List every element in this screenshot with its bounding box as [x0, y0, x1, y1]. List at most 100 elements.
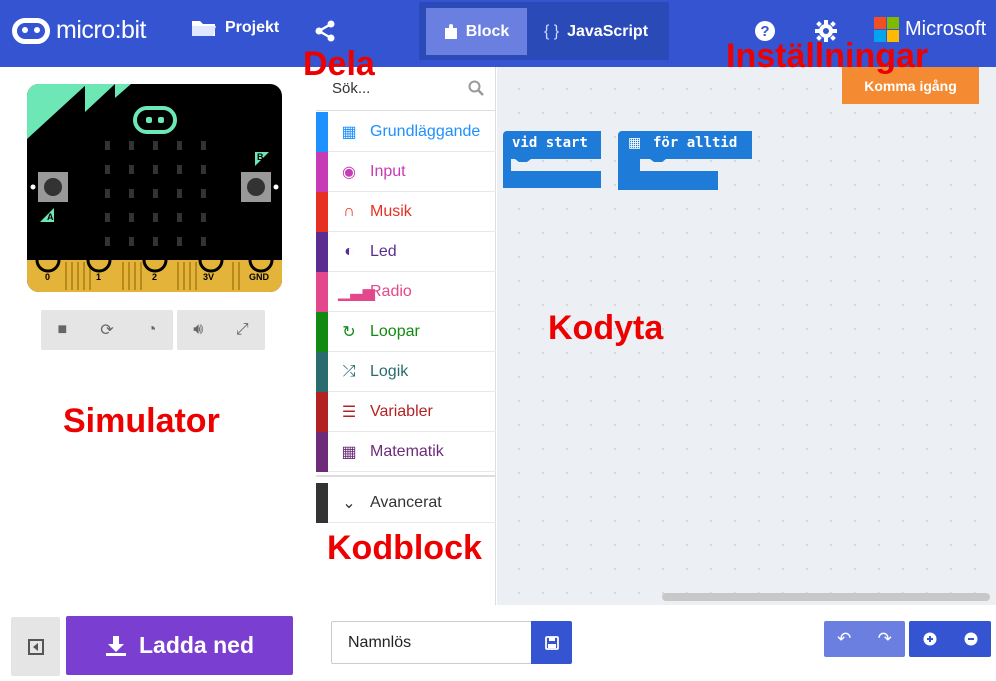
- project-name-input[interactable]: [331, 621, 532, 664]
- category-input[interactable]: ◉ Input: [316, 151, 496, 192]
- category-label: Loopar: [370, 322, 420, 340]
- category-color-bar: [316, 351, 328, 392]
- calculator-icon: ▦: [341, 443, 357, 461]
- pin-3v-label: 3V: [203, 272, 215, 282]
- projects-button[interactable]: Projekt: [191, 18, 279, 38]
- annotation-share: Dela: [303, 45, 375, 83]
- on-start-label: vid start: [512, 135, 588, 151]
- toolbox: Sök... ▦ Grundläggande ◉ Input ∩ Musik ◐…: [316, 67, 496, 605]
- button-a-label: A: [47, 212, 54, 222]
- bottom-toolbar: Ladda ned ↶ ↷: [0, 605, 996, 681]
- slowmo-icon[interactable]: ◔: [147, 321, 157, 339]
- annotation-settings: Inställningar: [726, 37, 929, 75]
- brand-text: micro:bit: [56, 16, 146, 44]
- toolbox-divider: [316, 475, 496, 477]
- grid-icon: ▦: [628, 134, 642, 150]
- headphones-icon: ∩: [343, 202, 355, 220]
- redo-icon[interactable]: ↷: [878, 629, 892, 649]
- chevron-down-icon: ⌄: [342, 494, 356, 512]
- pin-2-label: 2: [152, 272, 158, 282]
- category-label: Logik: [370, 362, 409, 380]
- category-color-bar: [316, 191, 328, 232]
- category-variables[interactable]: ☰ Variabler: [316, 391, 496, 432]
- zoom-in-icon[interactable]: [923, 632, 937, 646]
- download-icon: [105, 635, 126, 656]
- tab-blocks-label: Block: [465, 22, 510, 40]
- category-label: Variabler: [370, 402, 433, 420]
- tab-javascript[interactable]: { } JavaScript: [531, 8, 661, 55]
- category-math[interactable]: ▦ Matematik: [316, 431, 496, 472]
- category-logic[interactable]: ⤮ Logik: [316, 351, 496, 392]
- category-label: Led: [370, 242, 397, 260]
- stop-icon[interactable]: ■: [58, 321, 68, 339]
- save-button[interactable]: [531, 621, 572, 664]
- microbit-logo[interactable]: micro:bit: [12, 16, 146, 45]
- undo-icon[interactable]: ↶: [837, 629, 851, 649]
- toggle-icon: ◐: [344, 242, 354, 260]
- signal-icon: ▁▃▅: [338, 283, 375, 301]
- category-color-bar: [316, 391, 328, 432]
- button-b-label: B: [257, 152, 264, 162]
- fullscreen-icon[interactable]: ⤢: [236, 321, 249, 339]
- simulator-panel: 0 1 2 3V GND A B ■ ⟳ ◔ 🔊︎ ⤢: [0, 67, 316, 605]
- simulator-controls-2: 🔊︎ ⤢: [177, 310, 265, 350]
- refresh-icon: ↻: [342, 323, 356, 341]
- pin-gnd-label: GND: [249, 272, 269, 282]
- forever-label: för alltid: [653, 135, 738, 151]
- puzzle-icon: [444, 23, 457, 39]
- collapse-icon: [27, 638, 44, 655]
- category-advanced[interactable]: ⌄ Avancerat: [316, 482, 496, 523]
- annotation-simulator: Simulator: [63, 402, 220, 440]
- category-color-bar: [316, 482, 328, 523]
- zoom-out-icon[interactable]: [964, 632, 978, 646]
- download-label: Ladda ned: [138, 632, 254, 658]
- shuffle-icon: ⤮: [342, 362, 356, 380]
- restart-icon[interactable]: ⟳: [100, 320, 113, 340]
- microbit-board-graphic: [27, 84, 282, 292]
- share-icon: [315, 20, 335, 42]
- category-color-bar: [316, 151, 328, 192]
- download-button[interactable]: Ladda ned: [66, 616, 293, 675]
- microbit-board[interactable]: 0 1 2 3V GND A B: [27, 84, 282, 292]
- category-led[interactable]: ◐ Led: [316, 231, 496, 272]
- category-color-bar: [316, 271, 328, 312]
- save-icon: [544, 635, 559, 650]
- category-color-bar: [316, 111, 328, 152]
- annotation-blocks: Kodblock: [327, 529, 482, 567]
- category-label: Matematik: [370, 442, 444, 460]
- category-color-bar: [316, 231, 328, 272]
- share-button[interactable]: [314, 20, 336, 47]
- pin-0-label: 0: [45, 272, 51, 282]
- category-label: Input: [370, 162, 406, 180]
- category-color-bar: [316, 311, 328, 352]
- sound-icon[interactable]: 🔊︎: [193, 321, 203, 339]
- tab-javascript-label: JavaScript: [567, 22, 649, 40]
- category-label: Radio: [370, 282, 412, 300]
- category-label: Grundläggande: [370, 122, 481, 140]
- pin-1-label: 1: [96, 272, 102, 282]
- category-radio[interactable]: ▁▃▅ Radio: [316, 271, 496, 312]
- grid-icon: ▦: [341, 123, 357, 141]
- category-basic[interactable]: ▦ Grundläggande: [316, 111, 496, 152]
- undo-redo-group: ↶ ↷: [824, 621, 905, 657]
- on-start-block[interactable]: vid start: [503, 131, 603, 196]
- annotation-workspace: Kodyta: [548, 309, 664, 347]
- folder-icon: [192, 21, 216, 36]
- braces-icon: { }: [543, 22, 560, 40]
- workspace-horizontal-scrollbar[interactable]: [662, 593, 990, 601]
- category-label: Musik: [370, 202, 412, 220]
- category-color-bar: [316, 431, 328, 472]
- zoom-group: [909, 621, 991, 657]
- category-music[interactable]: ∩ Musik: [316, 191, 496, 232]
- tab-blocks[interactable]: Block: [426, 8, 527, 55]
- category-loops[interactable]: ↻ Loopar: [316, 311, 496, 352]
- search-icon[interactable]: [468, 80, 484, 96]
- list-icon: ☰: [341, 403, 357, 421]
- microbit-logo-icon: [12, 17, 50, 44]
- collapse-simulator-button[interactable]: [11, 617, 60, 676]
- projects-label: Projekt: [225, 19, 280, 36]
- editor-toggle: Block { } JavaScript: [419, 2, 669, 60]
- category-label: Avancerat: [370, 493, 442, 511]
- forever-block[interactable]: ▦ för alltid: [618, 131, 754, 198]
- target-icon: ◉: [342, 163, 356, 181]
